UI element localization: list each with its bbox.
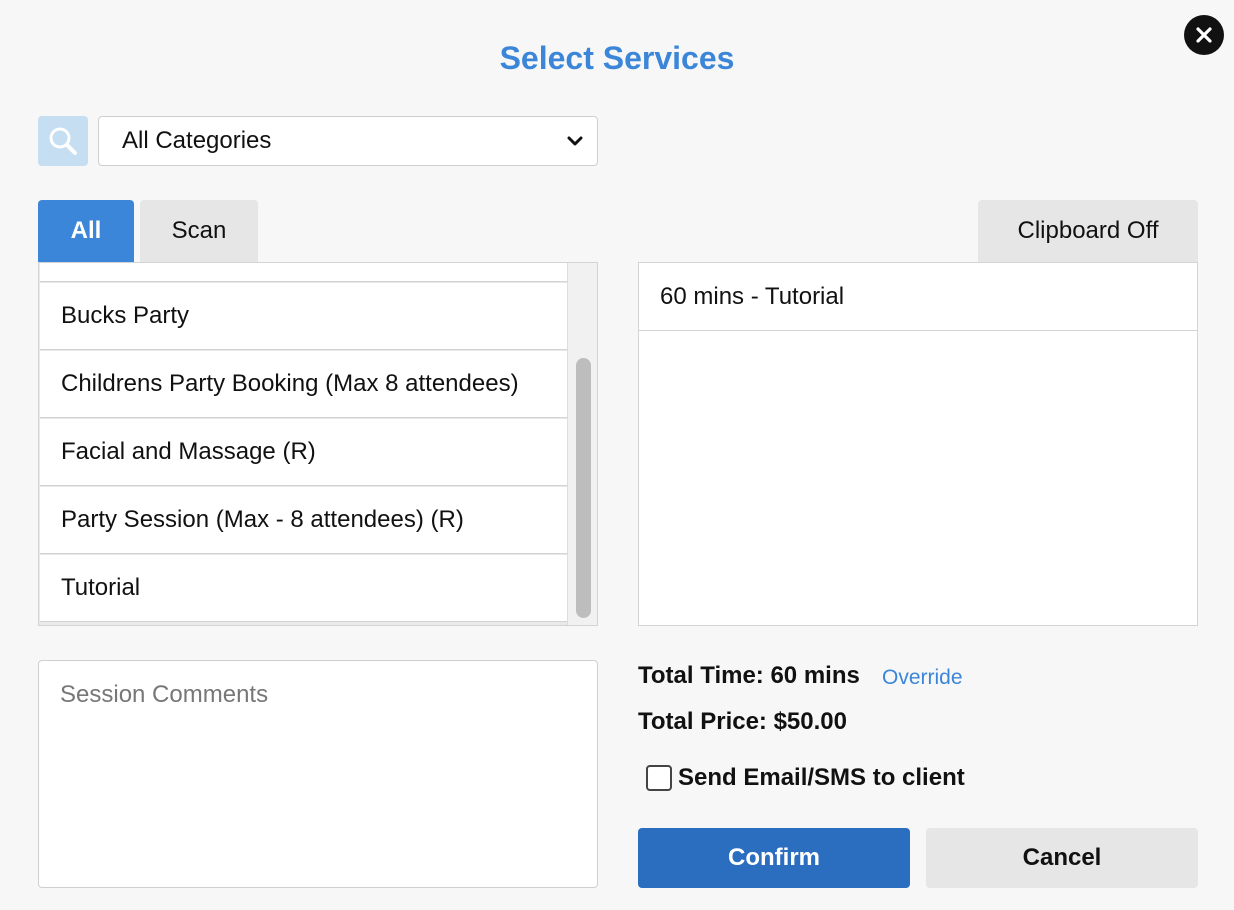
search-icon	[49, 127, 77, 155]
session-comments-input[interactable]: Session Comments	[38, 660, 598, 888]
confirm-button[interactable]: Confirm	[638, 828, 910, 888]
close-icon	[1196, 27, 1212, 43]
service-list-item-partial[interactable]	[40, 263, 567, 282]
service-list-scrollbar[interactable]	[567, 263, 597, 625]
service-list-item[interactable]: Party Session (Max - 8 attendees) (R)	[40, 487, 567, 554]
selected-service-item[interactable]: 60 mins - Tutorial	[639, 263, 1197, 331]
category-select-value: All Categories	[122, 127, 272, 154]
override-link[interactable]: Override	[882, 666, 963, 690]
total-price: Total Price: $50.00	[638, 708, 847, 735]
service-list[interactable]: Bucks Party Childrens Party Booking (Max…	[38, 262, 598, 626]
cancel-button[interactable]: Cancel	[926, 828, 1198, 888]
notify-client-row[interactable]: Send Email/SMS to client	[646, 764, 965, 792]
search-button[interactable]	[38, 116, 88, 166]
tab-all[interactable]: All	[38, 200, 134, 262]
scrollbar-thumb[interactable]	[576, 358, 591, 618]
tab-scan[interactable]: Scan	[140, 200, 258, 262]
category-select[interactable]: All Categories	[98, 116, 598, 166]
close-button[interactable]	[1184, 15, 1224, 55]
service-list-item[interactable]: Facial and Massage (R)	[40, 419, 567, 486]
total-time: Total Time: 60 mins	[638, 662, 860, 689]
notify-client-label[interactable]: Send Email/SMS to client	[678, 764, 965, 792]
service-list-item[interactable]: Bucks Party	[40, 283, 567, 350]
clipboard-toggle-button[interactable]: Clipboard Off	[978, 200, 1198, 262]
notify-client-checkbox[interactable]	[646, 765, 672, 791]
selected-services-panel: 60 mins - Tutorial	[638, 262, 1198, 626]
chevron-down-icon	[567, 136, 583, 146]
service-list-item[interactable]: Childrens Party Booking (Max 8 attendees…	[40, 351, 567, 418]
service-list-item[interactable]: Tutorial	[40, 555, 567, 622]
dialog-title: Select Services	[499, 40, 735, 76]
